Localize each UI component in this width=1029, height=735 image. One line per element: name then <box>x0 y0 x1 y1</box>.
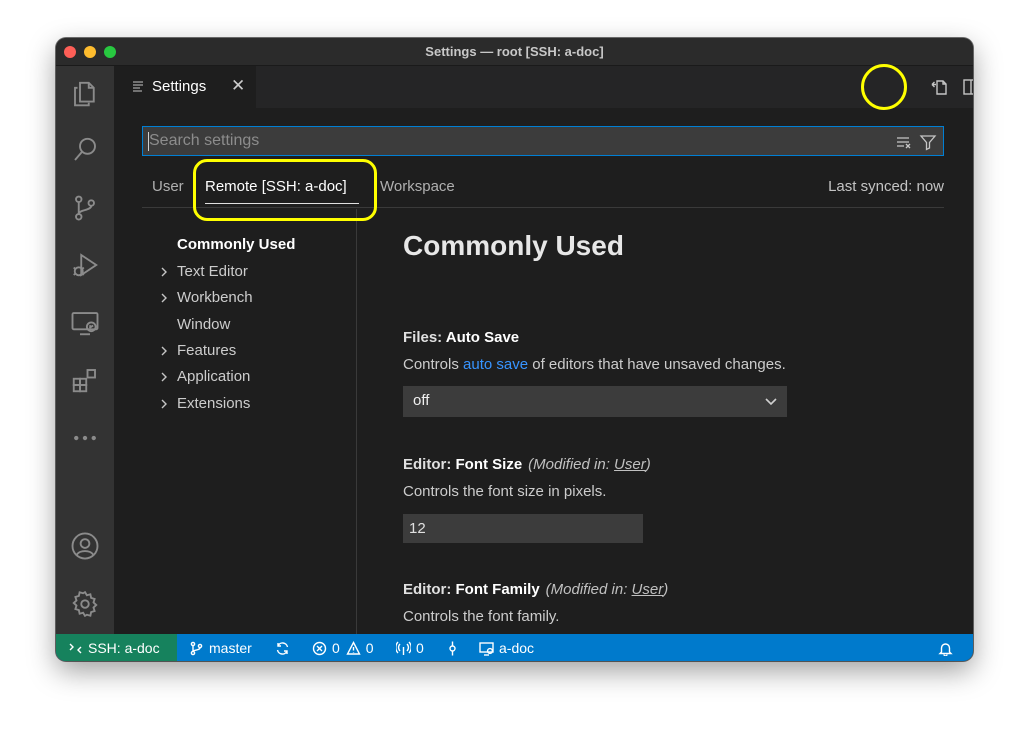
setting-font-size-title: Editor: Font Size (Modified in: User) <box>403 456 651 473</box>
manage-gear-icon[interactable] <box>69 588 101 620</box>
active-scope-underline <box>205 203 359 204</box>
settings-scope-tabs: User Remote [SSH: a-doc] Workspace Last … <box>142 170 944 208</box>
modified-suffix: ) <box>663 581 669 598</box>
toc-item-window[interactable]: Window <box>142 316 356 338</box>
commit-icon[interactable] <box>445 639 465 657</box>
scope-tab-user[interactable]: User <box>152 178 184 195</box>
vscode-window: Settings — root [SSH: a-doc] Settings ✕ … <box>56 38 973 661</box>
text-cursor <box>148 132 149 151</box>
settings-toc: Commonly Used Text Editor Workbench Wind… <box>142 209 357 634</box>
scope-tab-remote[interactable]: Remote [SSH: a-doc] <box>205 178 347 195</box>
setting-font-size-description: Controls the font size in pixels. <box>403 483 607 500</box>
section-title: Commonly Used <box>403 230 624 261</box>
ports-count: 0 <box>416 640 424 656</box>
toc-item-commonly-used[interactable]: Commonly Used <box>142 236 356 258</box>
tab-settings[interactable]: Settings ✕ <box>114 66 256 108</box>
chevron-right-icon <box>158 291 172 305</box>
sync-status: Last synced: now <box>828 178 944 195</box>
toc-label: Application <box>177 368 251 385</box>
setting-auto-save-description: Controls auto save of editors that have … <box>403 356 786 373</box>
modified-prefix: (Modified in: <box>545 581 632 598</box>
split-editor-icon[interactable] <box>960 76 973 98</box>
selected-value: off <box>413 392 430 409</box>
problems-status[interactable]: 0 0 <box>312 639 374 657</box>
status-bar: SSH: a-doc master 0 0 0 a-doc <box>56 634 973 661</box>
open-settings-json-icon[interactable] <box>929 76 951 98</box>
description-text: of editors that have unsaved changes. <box>528 356 786 373</box>
toc-label: Extensions <box>177 395 251 412</box>
clear-filter-icon[interactable] <box>894 132 914 152</box>
search-settings-box <box>142 126 944 156</box>
remote-name: SSH: a-doc <box>88 640 160 656</box>
setting-category: Editor: <box>403 456 456 473</box>
ports-status[interactable]: 0 <box>396 639 424 657</box>
toc-item-application[interactable]: Application <box>142 368 356 390</box>
toc-item-extensions[interactable]: Extensions <box>142 395 356 417</box>
filter-icon[interactable] <box>918 132 938 152</box>
modified-indicator: (Modified in: User) <box>546 581 669 598</box>
modified-in-user-link[interactable]: User <box>614 456 646 473</box>
remote-explorer-icon[interactable] <box>69 307 101 339</box>
description-text: Controls <box>403 356 464 373</box>
font-size-input[interactable] <box>403 514 643 543</box>
toc-label: Workbench <box>177 289 253 306</box>
modified-in-user-link[interactable]: User <box>632 581 664 598</box>
activity-bar <box>56 66 114 634</box>
tab-label: Settings <box>152 78 207 95</box>
settings-editor: User Remote [SSH: a-doc] Workspace Last … <box>114 108 973 634</box>
settings-file-icon <box>132 79 144 92</box>
toc-item-workbench[interactable]: Workbench <box>142 289 356 311</box>
chevron-right-icon <box>158 397 172 411</box>
remote-host-status[interactable]: a-doc <box>479 639 534 657</box>
modified-prefix: (Modified in: <box>528 456 615 473</box>
more-views-icon[interactable] <box>69 422 101 454</box>
auto-save-select[interactable]: off <box>403 386 787 417</box>
extensions-icon[interactable] <box>69 364 101 396</box>
scope-tab-workspace[interactable]: Workspace <box>380 178 455 195</box>
host-name: a-doc <box>499 640 535 656</box>
toc-label: Features <box>177 342 237 359</box>
notifications-bell-icon[interactable] <box>938 639 958 657</box>
toc-label: Commonly Used <box>177 236 296 253</box>
chevron-right-icon <box>158 344 172 358</box>
setting-auto-save-title: Files: Auto Save <box>403 329 519 346</box>
setting-name: Auto Save <box>445 329 520 346</box>
setting-name: Font Family <box>455 581 540 598</box>
warning-count: 0 <box>365 640 374 656</box>
toc-label: Text Editor <box>177 263 248 280</box>
settings-list: Commonly Used Files: Auto Save Controls … <box>403 209 963 634</box>
chevron-right-icon <box>158 370 172 384</box>
explorer-icon[interactable] <box>69 78 101 110</box>
modified-indicator: (Modified in: User) <box>528 456 651 473</box>
search-settings-input[interactable] <box>143 127 883 155</box>
setting-category: Editor: <box>403 581 456 598</box>
accounts-icon[interactable] <box>69 530 101 562</box>
search-icon[interactable] <box>69 134 101 166</box>
chevron-right-icon <box>158 265 172 279</box>
setting-font-family-description: Controls the font family. <box>403 608 560 625</box>
branch-status[interactable]: master <box>189 639 252 657</box>
remote-status: SSH: a-doc <box>68 639 160 657</box>
setting-name: Font Size <box>455 456 523 473</box>
branch-name: master <box>209 640 252 656</box>
toc-label: Window <box>177 316 231 333</box>
editor-tab-bar: Settings ✕ <box>114 66 973 108</box>
run-debug-icon[interactable] <box>69 249 101 281</box>
title-bar: Settings — root [SSH: a-doc] <box>56 38 973 66</box>
toc-item-features[interactable]: Features <box>142 342 356 364</box>
sync-changes-icon[interactable] <box>275 639 295 657</box>
setting-font-family-title: Editor: Font Family (Modified in: User) <box>403 581 668 598</box>
close-icon[interactable]: ✕ <box>231 76 245 96</box>
error-count: 0 <box>332 640 340 656</box>
auto-save-link[interactable]: auto save <box>463 356 528 373</box>
setting-category: Files: <box>403 329 446 346</box>
window-title: Settings — root [SSH: a-doc] <box>425 44 604 59</box>
toc-item-text-editor[interactable]: Text Editor <box>142 263 356 285</box>
source-control-icon[interactable] <box>69 192 101 224</box>
remote-indicator[interactable]: SSH: a-doc <box>56 634 177 661</box>
chevron-down-icon <box>763 393 779 409</box>
modified-suffix: ) <box>645 456 651 473</box>
